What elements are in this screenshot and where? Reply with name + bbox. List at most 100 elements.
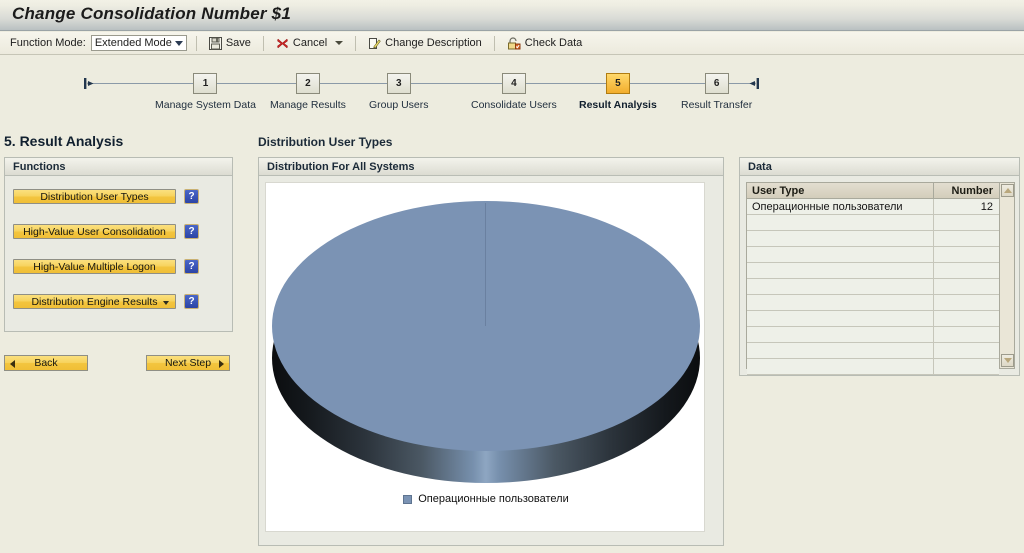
help-icon[interactable]: ? [184,224,199,239]
pie-chart[interactable]: Операционные пользователи [265,182,705,532]
function-button-label: High-Value Multiple Logon [33,260,156,273]
toolbar-separator [262,35,264,51]
data-table: User Type Number Операционные пользовате… [746,182,1015,375]
change-description-label: Change Description [385,37,482,49]
check-data-label: Check Data [524,37,583,49]
lock-check-icon [507,36,521,50]
roadmap-step-label: Manage Results [270,99,346,111]
column-header-number[interactable]: Number [933,183,999,198]
save-label: Save [225,37,251,49]
roadmap-step-label: Result Analysis [579,99,657,111]
roadmap-step-2[interactable]: 2 Manage Results [270,73,346,111]
table-row[interactable] [747,343,999,359]
roadmap-step-number: 6 [704,73,729,94]
help-icon[interactable]: ? [184,259,199,274]
next-step-button[interactable]: Next Step [146,355,230,371]
cell-user-type [747,247,933,262]
cell-user-type [747,311,933,326]
toolbar-separator [493,35,495,51]
back-button[interactable]: Back [4,355,88,371]
high-value-multiple-logon-button[interactable]: High-Value Multiple Logon [13,259,176,274]
data-table-body: User Type Number Операционные пользовате… [747,183,999,375]
check-data-button[interactable]: Check Data [504,34,585,53]
roadmap-step-1[interactable]: 1 Manage System Data [155,73,256,111]
application-window: Change Consolidation Number $1 Function … [0,0,1024,553]
roadmap-step-number: 3 [386,73,411,94]
save-button[interactable]: Save [206,34,254,53]
triangle-down-glyph [1003,358,1012,363]
roadmap-step-number: 4 [501,73,526,94]
roadmap-step-5[interactable]: 5 Result Analysis [579,73,657,111]
arrow-left-icon [10,360,15,368]
wizard-roadmap: 1 Manage System Data 2 Manage Results 3 … [0,62,1024,120]
help-icon[interactable]: ? [184,189,199,204]
cell-user-type [747,279,933,294]
vertical-scrollbar[interactable] [999,183,1014,368]
function-row-high-value-user-consolidation: High-Value User Consolidation ? [13,224,199,239]
function-row-high-value-multiple-logon: High-Value Multiple Logon ? [13,259,199,274]
cell-number [933,311,999,326]
roadmap-step-3[interactable]: 3 Group Users [369,73,429,111]
roadmap-step-number: 5 [605,73,630,94]
column-header-user-type[interactable]: User Type [747,183,933,198]
function-mode-value: Extended Mode [94,37,172,49]
chevron-down-icon[interactable] [335,41,344,45]
cell-number [933,215,999,230]
chart-legend: Операционные пользователи [266,493,704,505]
roadmap-step-4[interactable]: 4 Consolidate Users [471,73,557,111]
table-row[interactable]: Операционные пользователи 12 [747,199,999,215]
cell-number [933,263,999,278]
table-header-row: User Type Number [747,183,999,199]
high-value-user-consolidation-button[interactable]: High-Value User Consolidation [13,224,176,239]
cell-number [933,231,999,246]
roadmap-step-6[interactable]: 6 Result Transfer [681,73,752,111]
cell-number: 12 [933,199,999,214]
table-row[interactable] [747,263,999,279]
cell-number [933,247,999,262]
back-label: Back [34,357,58,369]
table-row[interactable] [747,279,999,295]
table-row[interactable] [747,231,999,247]
cell-number [933,295,999,310]
cell-user-type [747,343,933,358]
pie-slice-operational-users[interactable] [272,201,700,451]
help-icon[interactable]: ? [184,294,199,309]
triangle-up-glyph [1003,188,1012,193]
function-mode-select[interactable]: Extended Mode [90,35,187,51]
scroll-up-icon[interactable] [1001,184,1014,197]
table-row[interactable] [747,359,999,375]
cell-number [933,343,999,358]
window-title-bar: Change Consolidation Number $1 [0,0,1024,31]
roadmap-start-icon [84,77,95,90]
distribution-engine-results-button[interactable]: Distribution Engine Results [13,294,176,309]
cell-user-type [747,359,933,374]
function-button-label: High-Value User Consolidation [23,225,166,238]
table-row[interactable] [747,215,999,231]
scroll-down-icon[interactable] [1001,354,1014,367]
main-toolbar: Function Mode: Extended Mode Save Cancel… [0,32,1024,55]
section-heading: 5. Result Analysis [4,133,124,149]
table-row[interactable] [747,327,999,343]
cancel-button[interactable]: Cancel [273,34,346,53]
next-step-label: Next Step [164,357,212,369]
function-row-distribution-user-types: Distribution User Types ? [13,189,199,204]
distribution-user-types-button[interactable]: Distribution User Types [13,189,176,204]
cell-number [933,359,999,374]
chart-panel-header: Distribution For All Systems [259,158,723,176]
roadmap-step-label: Consolidate Users [471,99,557,111]
table-row[interactable] [747,295,999,311]
table-row[interactable] [747,311,999,327]
chevron-down-icon[interactable] [163,301,169,305]
roadmap-step-label: Group Users [369,99,429,111]
table-row[interactable] [747,247,999,263]
function-button-label: Distribution Engine Results [31,295,158,308]
pencil-page-icon [368,37,381,50]
functions-panel-header: Functions [5,158,232,176]
function-row-distribution-engine-results: Distribution Engine Results ? [13,294,199,309]
functions-panel: Functions Distribution User Types ? High… [4,157,233,332]
cell-user-type: Операционные пользователи [752,200,903,213]
change-description-button[interactable]: Change Description [365,34,485,53]
data-panel: Data User Type Number Операционные польз… [739,157,1020,376]
cell-user-type [747,263,933,278]
page-title: Change Consolidation Number $1 [12,4,291,23]
